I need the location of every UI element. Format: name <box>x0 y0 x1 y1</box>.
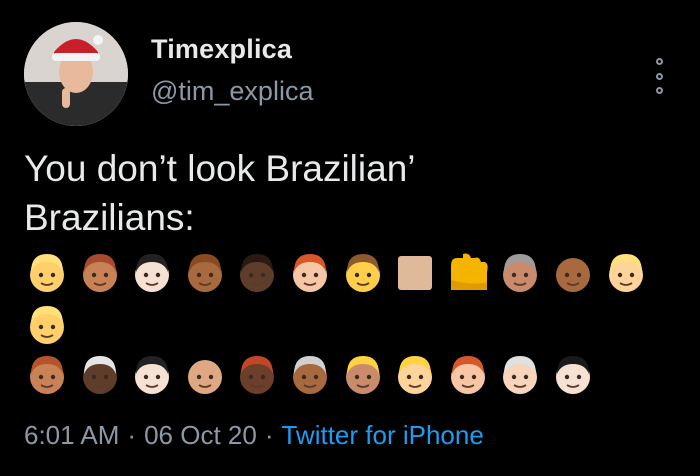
yellow-hand-emoji <box>445 250 491 296</box>
white-haired-woman-emoji <box>497 352 543 398</box>
black-haired-woman-emoji <box>550 352 596 398</box>
display-name[interactable]: Timexplica <box>151 34 292 65</box>
dark-skin-man-emoji <box>234 250 280 296</box>
tweet-time[interactable]: 6:01 AM <box>24 420 119 450</box>
tweet-meta: 6:01 AM · 06 Oct 20 · Twitter for iPhone <box>24 420 484 451</box>
meta-separator: · <box>264 420 274 450</box>
tweet-text-line: Brazilians: <box>24 197 195 238</box>
tweet-text: You don’t look Brazilian’ Brazilians: <box>24 144 416 242</box>
tweet-text-line: You don’t look Brazilian’ <box>24 148 416 189</box>
red-haired-man-emoji <box>445 352 491 398</box>
meta-separator: · <box>127 420 137 450</box>
avatar-photo <box>24 22 128 126</box>
red-haired-woman-light-emoji <box>287 250 333 296</box>
dark-haired-woman-emoji <box>129 352 175 398</box>
tweet-date[interactable]: 06 Oct 20 <box>144 420 257 450</box>
older-woman-emoji <box>497 250 543 296</box>
blond-person-2-emoji <box>24 302 70 348</box>
bald-light-man-emoji <box>182 352 228 398</box>
avatar[interactable] <box>24 22 128 126</box>
red-haired-woman-emoji <box>77 250 123 296</box>
mustache-man-emoji <box>129 250 175 296</box>
red-bearded-man-emoji <box>24 352 70 398</box>
bald-man-emoji <box>550 250 596 296</box>
curly-woman-emoji <box>182 250 228 296</box>
dot-icon <box>655 58 663 65</box>
older-man-emoji <box>287 352 333 398</box>
dot-icon <box>655 87 663 94</box>
more-options-icon[interactable] <box>650 58 668 94</box>
dot-icon <box>655 72 663 80</box>
user-handle[interactable]: @tim_explica <box>151 76 313 107</box>
curly-blond-woman-emoji <box>340 352 386 398</box>
tweet-card: Timexplica @tim_explica You don’t look B… <box>0 0 700 476</box>
white-haired-dark-man-emoji <box>77 352 123 398</box>
brown-haired-child-emoji <box>340 250 386 296</box>
red-haired-dark-woman-emoji <box>234 352 280 398</box>
curly-blond-light-woman-emoji <box>392 352 438 398</box>
blond-person-emoji <box>24 250 70 296</box>
tweet-source-link[interactable]: Twitter for iPhone <box>281 420 483 450</box>
blond-woman-emoji <box>603 250 649 296</box>
skin-tone-square-emoji <box>392 250 438 296</box>
